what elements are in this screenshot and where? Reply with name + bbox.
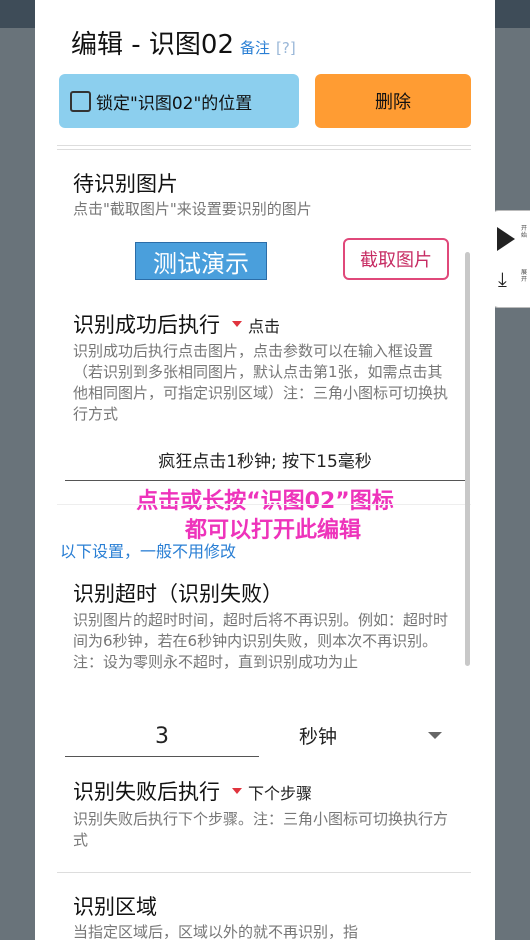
image-section-title: 待识别图片 [73,172,178,196]
image-section-desc: 点击"截取图片"来设置要识别的图片 [73,200,312,218]
timeout-section-desc: 识别图片的超时时间，超时后将不再识别。例如：超时时间为6秒钟，若在6秒钟内识别失… [73,611,449,671]
scrollbar[interactable] [465,252,470,666]
lock-position-label: 锁定"识图02"的位置 [96,93,253,114]
divider [57,149,471,150]
success-section-desc: 识别成功后执行点击图片，点击参数可以在输入框设置（若识别到多张相同图片，默认点击… [73,342,449,423]
click-params-input[interactable]: 疯狂点击1秒钟; 按下15毫秒 [65,446,465,481]
floating-control-panel[interactable]: 开始 ⤓ 展开 [492,210,530,308]
mode-toggle-icon[interactable] [232,321,242,327]
fail-mode-value[interactable]: 下个步骤 [248,784,312,803]
success-section-label: 识别成功后执行 [73,313,220,337]
note-link[interactable]: 备注 [240,37,270,58]
divider [57,504,471,505]
dialog-title: 编辑 - 识图02 [71,30,234,60]
fail-section-desc: 识别失败后执行下个步骤。注：三角小图标可切换执行方式 [73,810,449,849]
region-section-desc: 当指定区域后，区域以外的就不再识别，指 [73,923,359,940]
expand-icon[interactable]: ⤓ [498,269,507,289]
help-link[interactable]: [?] [276,39,296,57]
fail-section-title: 识别失败后执行 下个步骤 [73,776,312,806]
fail-section-label: 识别失败后执行 [73,780,220,804]
demo-image-preview[interactable]: 测试演示 [135,242,267,280]
expand-label: 展开 [521,269,528,283]
success-section-title: 识别成功后执行 点击 [73,309,280,339]
lock-position-button[interactable]: 锁定"识图02"的位置 [59,74,299,128]
edit-dialog: 编辑 - 识图02 备注 [?] 锁定"识图02"的位置 删除 待识别图片 点击… [35,0,495,940]
play-icon[interactable] [497,227,515,251]
delete-button[interactable]: 删除 [315,74,471,128]
mode-toggle-icon[interactable] [232,788,242,794]
timeout-input[interactable]: 3 [65,718,259,757]
overlay-hint-line1: 点击或长按“识图02”图标 [136,489,394,514]
success-mode-value[interactable]: 点击 [248,317,280,336]
timeout-section-title: 识别超时（识别失败） [73,582,283,606]
divider [57,145,471,146]
region-section-title: 识别区域 [73,895,157,919]
advanced-settings-note: 以下设置，一般不用修改 [60,542,237,561]
capture-image-button[interactable]: 截取图片 [343,238,449,280]
divider [57,872,471,873]
play-label: 开始 [521,225,528,239]
dialog-header: 编辑 - 识图02 备注 [?] [71,24,296,60]
dropdown-arrow-icon[interactable] [428,732,442,739]
lock-checkbox[interactable] [70,90,91,112]
timeout-unit-select[interactable]: 秒钟 [299,722,337,749]
